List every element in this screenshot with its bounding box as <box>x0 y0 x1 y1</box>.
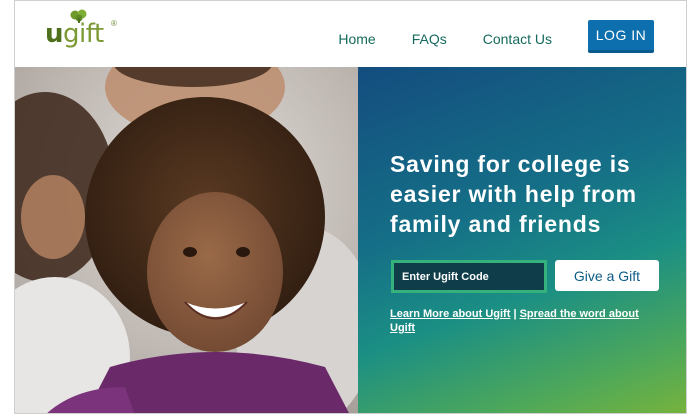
hero-section: Saving for college is easier with help f… <box>15 67 686 413</box>
main-nav: Home FAQs Contact Us LOG IN <box>338 20 654 53</box>
give-a-gift-button[interactable]: Give a Gift <box>555 260 659 291</box>
cta-panel: Saving for college is easier with help f… <box>358 67 686 413</box>
hero-headline: Saving for college is easier with help f… <box>390 151 637 237</box>
ugift-logo[interactable]: ugift ® <box>45 9 125 49</box>
site-header: ugift ® Home FAQs Contact Us LOG IN <box>15 1 686 67</box>
nav-home[interactable]: Home <box>338 29 375 49</box>
family-photo-illustration <box>15 67 358 413</box>
logo-wordmark: ugift <box>45 19 104 49</box>
nav-contact-us[interactable]: Contact Us <box>483 29 552 49</box>
page-frame: ugift ® Home FAQs Contact Us LOG IN Savi… <box>14 0 687 414</box>
login-button[interactable]: LOG IN <box>588 20 654 53</box>
nav-faqs[interactable]: FAQs <box>412 29 447 49</box>
link-separator: | <box>513 308 517 320</box>
learn-more-link[interactable]: Learn More about Ugift <box>390 308 510 320</box>
hero-photo <box>15 67 358 413</box>
hero-links: Learn More about Ugift | Spread the word… <box>390 307 660 335</box>
registered-mark: ® <box>111 19 117 28</box>
ugift-code-input[interactable] <box>391 260 547 293</box>
